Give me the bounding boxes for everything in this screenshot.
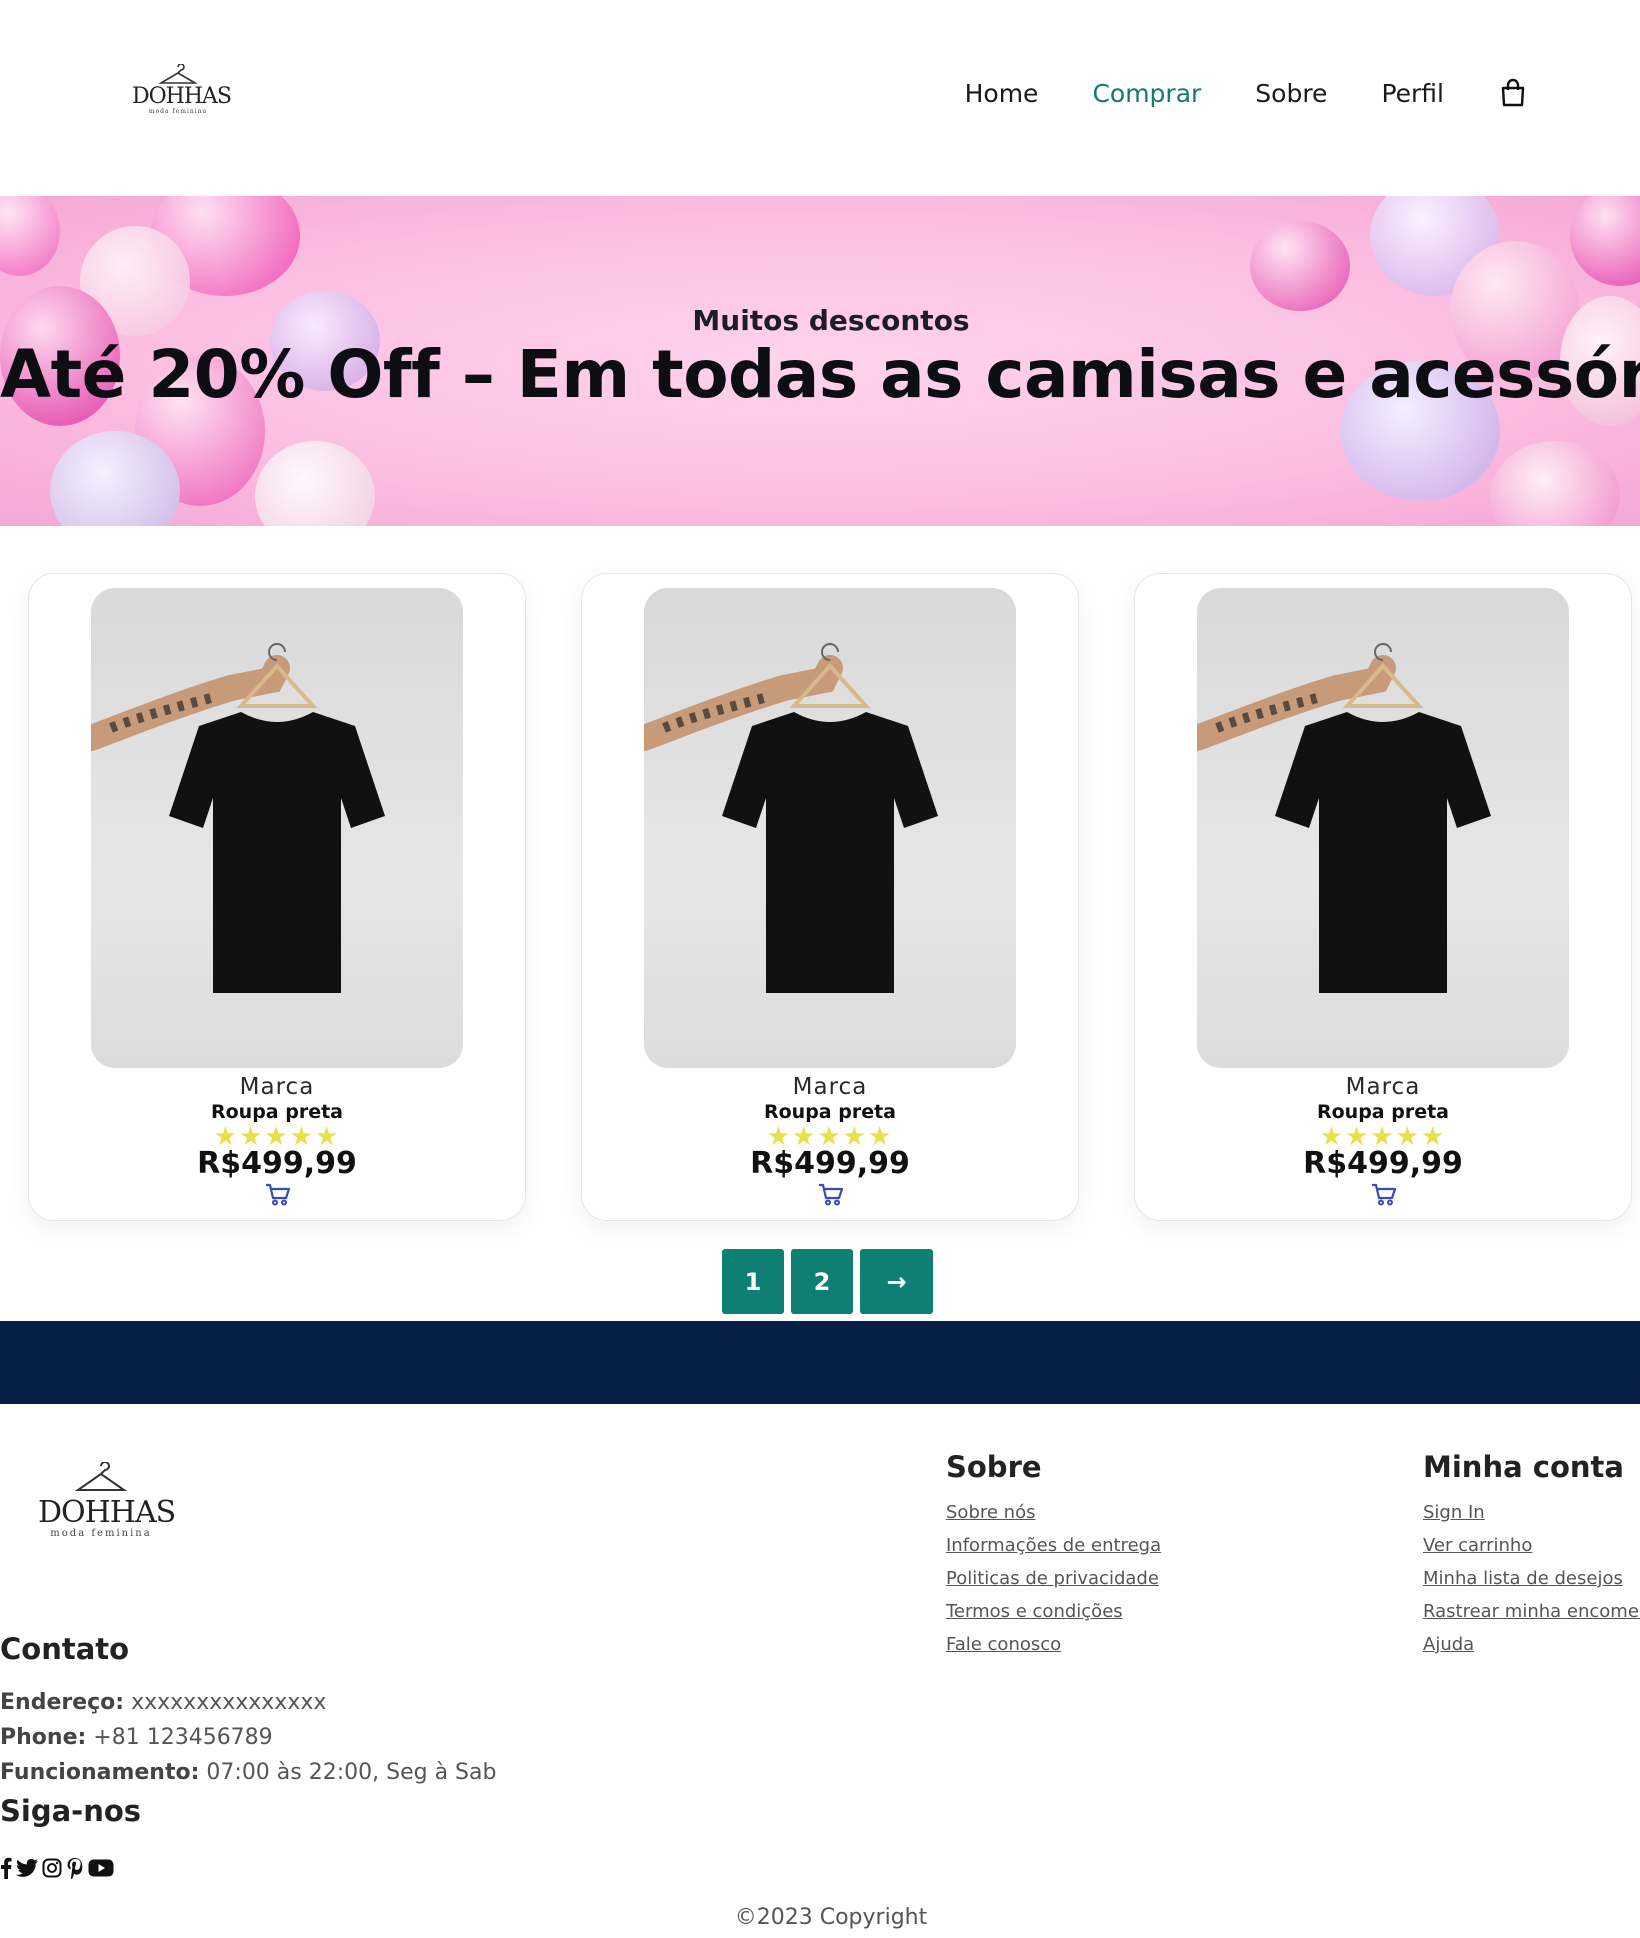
logo-subtitle: moda feminina <box>148 108 208 115</box>
follow-heading: Siga-nos <box>0 1794 142 1828</box>
logo-brand: DOHHAS <box>132 84 232 109</box>
promo-banner: Muitos descontos Até 20% Off – Em todas … <box>0 196 1640 526</box>
footer-logo-subtitle: moda feminina <box>50 1528 152 1539</box>
hours-value: 07:00 às 22:00, Seg à Sab <box>206 1760 497 1785</box>
address-value: xxxxxxxxxxxxxxx <box>131 1690 327 1715</box>
page-1-button[interactable]: 1 <box>722 1249 784 1314</box>
contact-phone: Phone: +81 123456789 <box>0 1725 273 1750</box>
main-nav: Home Comprar Sobre Perfil <box>911 78 1528 108</box>
about-heading: Sobre <box>946 1450 1042 1484</box>
link-sobre-nos[interactable]: Sobre nós <box>946 1502 1161 1523</box>
logo[interactable]: DOHHAS moda feminina <box>132 64 232 124</box>
cart-icon[interactable] <box>265 1182 291 1206</box>
product-name: Roupa preta <box>210 1101 343 1123</box>
balloon-decoration <box>255 441 375 526</box>
pagination: 1 2 → <box>722 1249 933 1314</box>
footer-logo[interactable]: DOHHAS moda feminina <box>38 1461 176 1539</box>
shopping-bag-icon[interactable] <box>1498 78 1528 108</box>
link-informacoes-entrega[interactable]: Informações de entrega <box>946 1535 1161 1556</box>
newsletter-band <box>0 1321 1640 1404</box>
site-header: DOHHAS moda feminina Home Comprar Sobre … <box>0 0 1640 196</box>
link-lista-desejos[interactable]: Minha lista de desejos <box>1423 1568 1640 1589</box>
link-fale-conosco[interactable]: Fale conosco <box>946 1634 1161 1655</box>
nav-comprar[interactable]: Comprar <box>1092 79 1201 108</box>
nav-sobre[interactable]: Sobre <box>1255 79 1327 108</box>
product-price: R$499,99 <box>197 1146 357 1181</box>
link-politicas-privacidade[interactable]: Politicas de privacidade <box>946 1568 1161 1589</box>
account-heading: Minha conta <box>1423 1450 1624 1484</box>
arrow-right-icon: → <box>886 1267 907 1296</box>
balloon-decoration <box>1250 221 1350 311</box>
balloon-decoration <box>1490 441 1620 526</box>
product-brand: Marca <box>1345 1074 1421 1100</box>
instagram-icon[interactable] <box>42 1858 62 1882</box>
product-image[interactable] <box>91 588 463 1068</box>
hero-subtitle: Muitos descontos <box>692 304 970 337</box>
contact-hours: Funcionamento: 07:00 às 22:00, Seg à Sab <box>0 1760 496 1785</box>
link-sign-in[interactable]: Sign In <box>1423 1502 1640 1523</box>
phone-value: +81 123456789 <box>93 1725 273 1750</box>
link-rastrear-encomenda[interactable]: Rastrear minha encomenda <box>1423 1601 1640 1622</box>
pinterest-icon[interactable] <box>66 1857 84 1883</box>
footer-account-column: Minha conta Sign In Ver carrinho Minha l… <box>1423 1450 1640 1667</box>
product-price: R$499,99 <box>1303 1146 1463 1181</box>
product-grid: Marca Roupa preta ★★★★★ R$499,99 Marca R… <box>28 573 1640 1221</box>
next-page-button[interactable]: → <box>860 1249 933 1314</box>
cart-icon[interactable] <box>818 1182 844 1206</box>
facebook-icon[interactable] <box>0 1857 12 1883</box>
product-image[interactable] <box>644 588 1016 1068</box>
product-price: R$499,99 <box>750 1146 910 1181</box>
link-ver-carrinho[interactable]: Ver carrinho <box>1423 1535 1640 1556</box>
contact-heading: Contato <box>0 1632 130 1666</box>
social-links <box>0 1857 114 1883</box>
product-brand: Marca <box>239 1074 315 1100</box>
page-2-button[interactable]: 2 <box>791 1249 853 1314</box>
cart-icon[interactable] <box>1371 1182 1397 1206</box>
footer-logo-brand: DOHHAS <box>38 1495 176 1530</box>
product-brand: Marca <box>792 1074 868 1100</box>
balloon-decoration <box>0 196 60 276</box>
product-image[interactable] <box>1197 588 1569 1068</box>
hero-title: Até 20% Off – Em todas as camisas e aces… <box>0 336 1640 413</box>
phone-label: Phone: <box>0 1725 87 1750</box>
contact-address: Endereço: xxxxxxxxxxxxxxx <box>0 1690 326 1715</box>
copyright: ©2023 Copyright <box>734 1905 928 1930</box>
footer-about-column: Sobre Sobre nós Informações de entrega P… <box>946 1450 1161 1667</box>
link-ajuda[interactable]: Ajuda <box>1423 1634 1640 1655</box>
balloon-decoration <box>1570 196 1640 286</box>
hanger-icon <box>158 64 198 84</box>
hours-label: Funcionamento: <box>0 1760 200 1785</box>
product-name: Roupa preta <box>763 1101 896 1123</box>
product-card[interactable]: Marca Roupa preta ★★★★★ R$499,99 <box>1134 573 1632 1221</box>
hanger-icon <box>74 1461 128 1491</box>
address-label: Endereço: <box>0 1690 125 1715</box>
youtube-icon[interactable] <box>88 1858 114 1882</box>
link-termos-condicoes[interactable]: Termos e condições <box>946 1601 1161 1622</box>
product-card[interactable]: Marca Roupa preta ★★★★★ R$499,99 <box>28 573 526 1221</box>
nav-perfil[interactable]: Perfil <box>1381 79 1444 108</box>
twitter-icon[interactable] <box>16 1858 38 1882</box>
product-card[interactable]: Marca Roupa preta ★★★★★ R$499,99 <box>581 573 1079 1221</box>
nav-home[interactable]: Home <box>965 79 1039 108</box>
product-name: Roupa preta <box>1316 1101 1449 1123</box>
